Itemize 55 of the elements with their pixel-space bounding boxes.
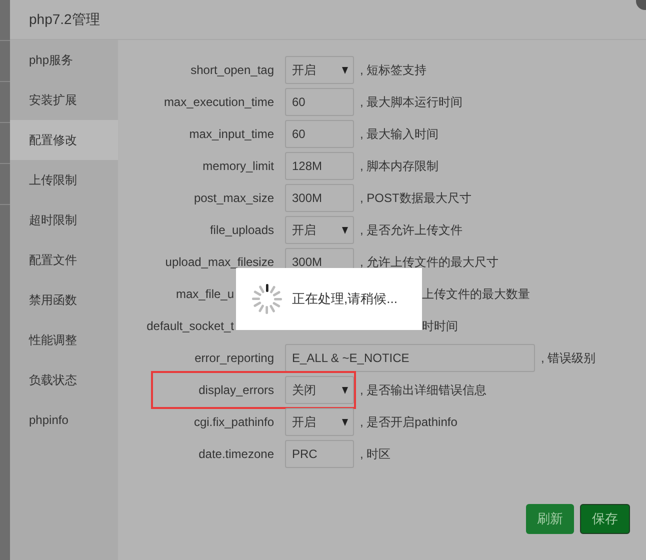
dropdown[interactable]: 开启 (285, 408, 354, 436)
setting-description: 上传文件的最大数量 (422, 286, 530, 302)
setting-label: file_uploads (208, 223, 275, 237)
input-field[interactable]: 60 (285, 120, 354, 148)
setting-label: error_reporting (194, 351, 275, 365)
setting-label: cgi.fix_pathinfo (192, 415, 275, 429)
spinner-icon (250, 282, 284, 316)
setting-description: , 错误级别 (541, 350, 596, 366)
save-button[interactable]: 保存 (580, 504, 630, 534)
sidebar-item[interactable]: 上传限制 (10, 160, 118, 200)
setting-description: , 是否开启pathinfo (360, 414, 458, 430)
caret-icon (342, 226, 348, 234)
sidebar-item[interactable]: 超时限制 (10, 200, 118, 240)
input-field[interactable]: PRC (285, 440, 354, 468)
setting-label: upload_max_filesize (164, 255, 275, 269)
caret-icon (342, 66, 348, 74)
setting-label: memory_limit (202, 159, 275, 173)
sidebar-item[interactable]: 禁用函数 (10, 280, 118, 320)
caret-icon (342, 418, 348, 426)
sidebar-item[interactable]: 配置文件 (10, 240, 118, 280)
sidebar-item[interactable]: 安装扩展 (10, 80, 118, 120)
sidebar-item[interactable]: 配置修改 (10, 120, 118, 160)
sidebar-item[interactable]: 负载状态 (10, 360, 118, 400)
setting-description: , 时区 (360, 446, 391, 462)
sidebar-item[interactable]: php服务 (10, 40, 118, 80)
setting-description: 时时间 (422, 318, 458, 334)
input-field[interactable]: 128M (285, 152, 354, 180)
input-field[interactable]: 300M (285, 184, 354, 212)
input-field[interactable]: E_ALL & ~E_NOTICE (285, 344, 535, 372)
setting-description: , 最大脚本运行时间 (360, 94, 463, 110)
setting-label: default_socket_t (146, 319, 234, 333)
dropdown[interactable]: 关闭 (285, 376, 354, 404)
setting-description: , 脚本内存限制 (360, 158, 439, 174)
window-title: php7.2管理 (29, 10, 100, 28)
setting-label: max_input_time (188, 127, 275, 141)
setting-label: display_errors (198, 383, 275, 397)
setting-description: , 短标签支持 (360, 62, 427, 78)
setting-label: short_open_tag (190, 63, 275, 77)
caret-icon (342, 386, 348, 394)
setting-description: , 允许上传文件的最大尺寸 (360, 254, 499, 270)
setting-label: date.timezone (198, 447, 275, 461)
setting-label: max_execution_time (162, 95, 275, 109)
input-field[interactable]: 60 (285, 88, 354, 116)
setting-description: , 最大输入时间 (360, 126, 439, 142)
setting-description: , POST数据最大尺寸 (360, 190, 472, 206)
dropdown[interactable]: 开启 (285, 56, 354, 84)
loading-message: 正在处理,请稍候... (292, 290, 398, 308)
setting-description: , 是否允许上传文件 (360, 222, 463, 238)
setting-description: , 是否输出详细错误信息 (360, 382, 487, 398)
sidebar-item[interactable]: phpinfo (10, 400, 118, 440)
setting-label: max_file_u (174, 287, 234, 301)
dropdown[interactable]: 开启 (285, 216, 354, 244)
refresh-button[interactable]: 刷新 (526, 504, 574, 534)
sidebar-item[interactable]: 性能调整 (10, 320, 118, 360)
setting-label: post_max_size (192, 191, 275, 205)
